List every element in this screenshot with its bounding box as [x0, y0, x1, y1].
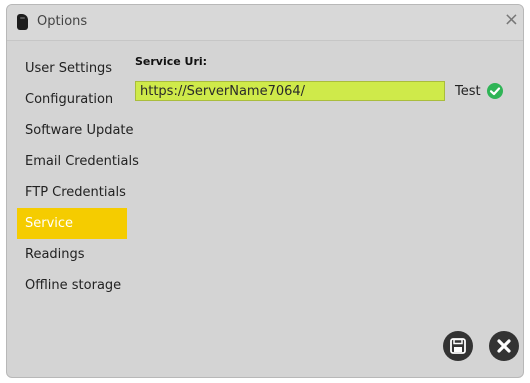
sidebar-item-offline-storage[interactable]: Offline storage	[17, 270, 139, 301]
sidebar-item-ftp-credentials[interactable]: FTP Credentials	[17, 177, 139, 208]
cancel-button[interactable]	[489, 331, 519, 361]
window-close-button[interactable]: ×	[504, 11, 519, 29]
service-panel: Service Uri: Test	[135, 55, 523, 101]
window-title: Options	[37, 14, 88, 29]
service-uri-input[interactable]	[135, 81, 445, 101]
title-bar: Options ×	[7, 5, 523, 41]
check-circle-icon	[486, 83, 503, 99]
sidebar-item-configuration[interactable]: Configuration	[17, 84, 139, 115]
sidebar-item-service[interactable]: Service	[17, 208, 127, 239]
service-uri-row: Test	[135, 81, 503, 101]
phone-icon	[17, 14, 28, 30]
floppy-disk-icon	[450, 338, 466, 354]
test-button[interactable]: Test	[455, 84, 481, 99]
save-button[interactable]	[443, 331, 473, 361]
options-window: Options × User Settings Configuration So…	[6, 4, 524, 378]
options-sidebar: User Settings Configuration Software Upd…	[17, 53, 139, 301]
service-uri-label: Service Uri:	[135, 55, 208, 68]
sidebar-item-email-credentials[interactable]: Email Credentials	[17, 146, 139, 177]
sidebar-item-user-settings[interactable]: User Settings	[17, 53, 139, 84]
sidebar-item-readings[interactable]: Readings	[17, 239, 139, 270]
close-icon	[497, 339, 511, 353]
sidebar-item-software-update[interactable]: Software Update	[17, 115, 139, 146]
